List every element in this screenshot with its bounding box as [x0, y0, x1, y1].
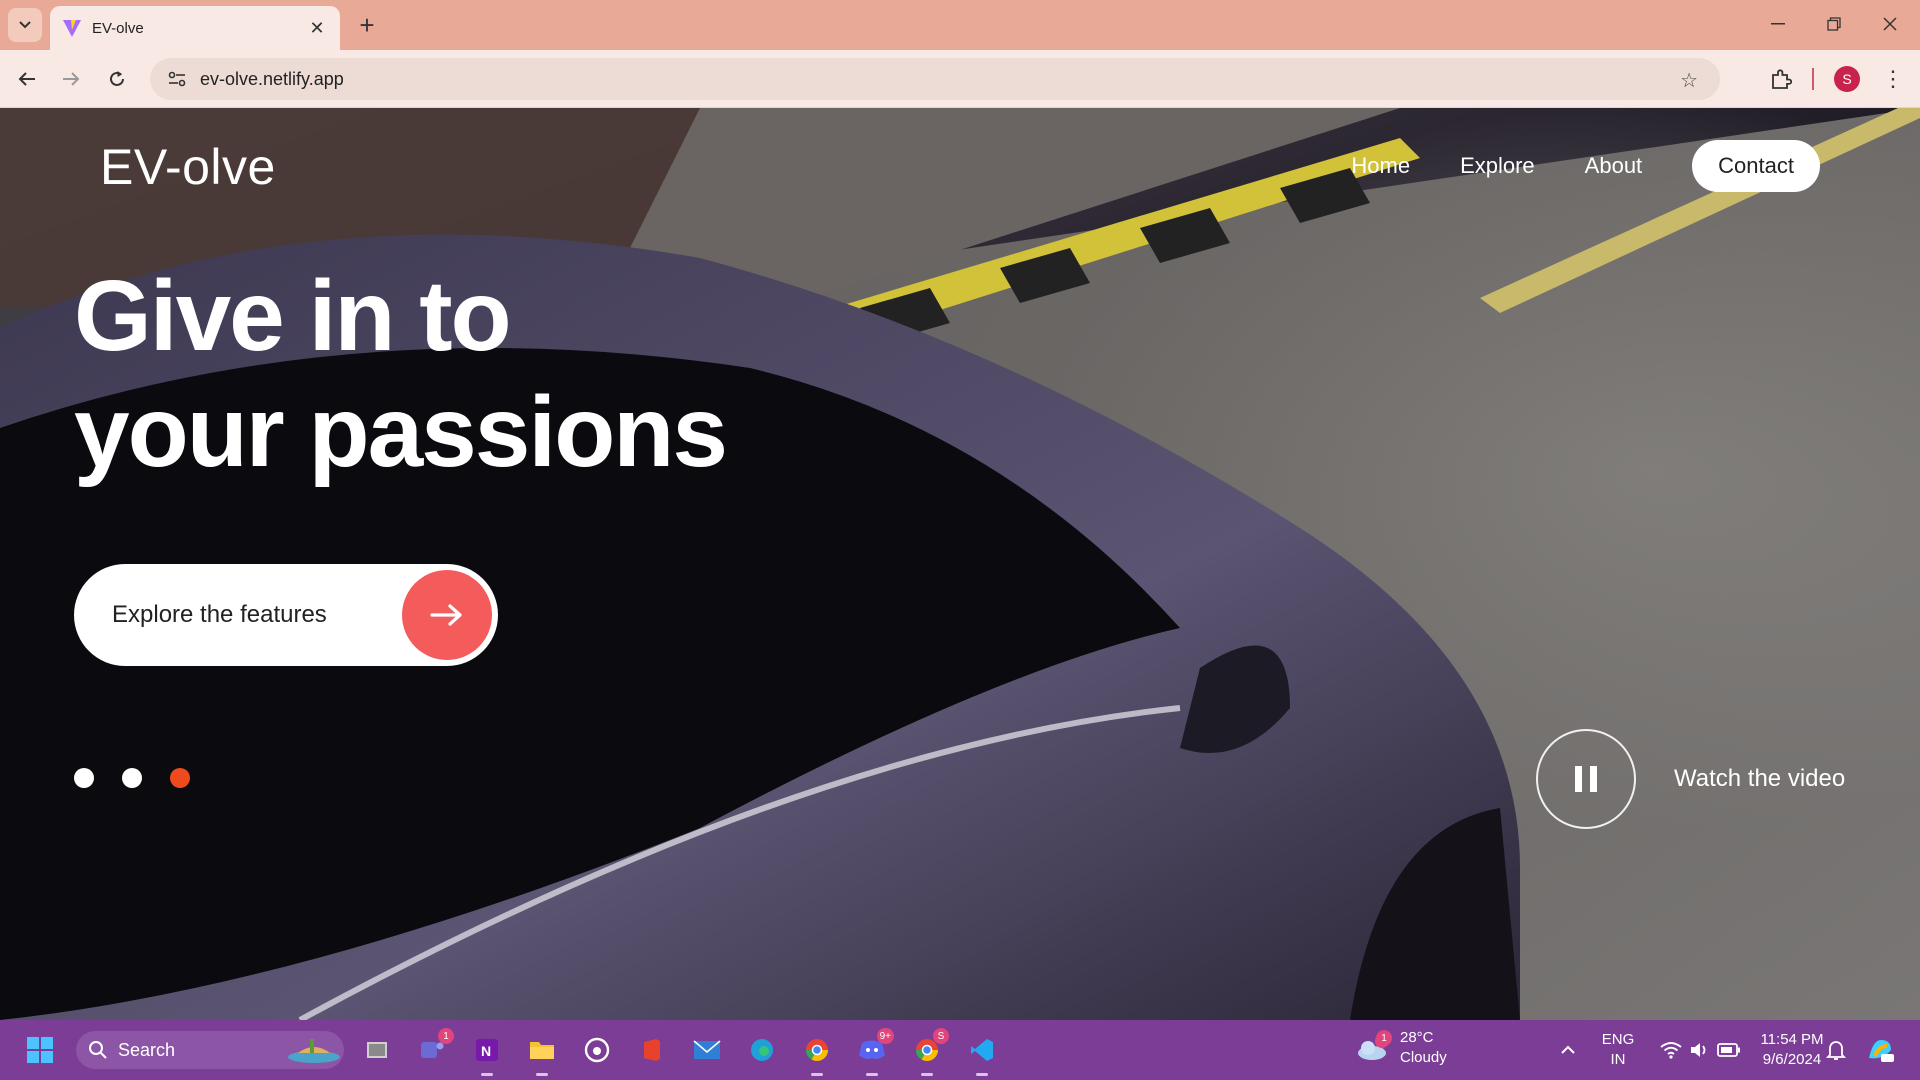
chevron-up-icon[interactable] [1548, 1030, 1588, 1070]
nav-about[interactable]: About [1585, 153, 1643, 179]
office-icon[interactable] [632, 1030, 672, 1070]
toolbar-divider [1812, 68, 1814, 90]
vite-favicon-icon [63, 20, 81, 37]
chrome-badge: S [933, 1028, 949, 1044]
language-indicator[interactable]: ENG IN [1598, 1030, 1638, 1070]
battery-icon [1717, 1043, 1740, 1057]
nav-explore[interactable]: Explore [1460, 153, 1535, 179]
temperature: 28°C [1400, 1029, 1434, 1046]
search-highlight-icon [288, 1039, 340, 1063]
language-code: ENG [1601, 1031, 1635, 1048]
search-label: Search [118, 1039, 176, 1060]
discord-icon[interactable]: 9+ [852, 1028, 894, 1076]
chrome-active-icon[interactable]: S [907, 1028, 949, 1076]
forward-button[interactable] [56, 64, 86, 94]
slide-dot[interactable] [74, 768, 94, 788]
running-indicator [811, 1073, 823, 1076]
tab-list-button[interactable] [8, 8, 42, 42]
explore-features-button[interactable]: Explore the features [74, 564, 498, 666]
running-indicator [481, 1073, 493, 1076]
github-desktop-icon[interactable] [577, 1030, 617, 1070]
headline-line-2: your passions [74, 376, 728, 488]
hero-headline: Give in to your passions [74, 258, 728, 490]
weather-condition: Cloudy [1400, 1049, 1447, 1066]
task-view-icon[interactable] [357, 1030, 397, 1070]
weather-text: 28°C Cloudy [1400, 1028, 1447, 1068]
video-control: Watch the video [1536, 729, 1845, 829]
teams-icon[interactable]: 1 [412, 1028, 454, 1070]
region-code: IN [1610, 1051, 1626, 1068]
running-indicator [536, 1073, 548, 1076]
address-bar[interactable]: ev-olve.netlify.app ☆ [150, 58, 1720, 100]
minimize-button[interactable] [1758, 8, 1798, 40]
restore-icon [1827, 17, 1841, 31]
extensions-puzzle-icon[interactable] [1765, 63, 1797, 95]
nav-home[interactable]: Home [1351, 153, 1410, 179]
slide-dot-active[interactable] [170, 768, 190, 788]
notification-bell-icon[interactable] [1816, 1030, 1856, 1070]
windows-logo-icon [27, 1037, 53, 1063]
weather-widget[interactable]: 1 28°C Cloudy [1356, 1028, 1447, 1068]
running-indicator [921, 1073, 933, 1076]
close-window-button[interactable] [1870, 8, 1910, 40]
wifi-icon [1660, 1042, 1682, 1059]
tab-title: EV-olve [92, 19, 144, 37]
chrome-profile-icon[interactable] [797, 1030, 837, 1076]
profile-avatar[interactable]: S [1834, 66, 1860, 92]
restore-button[interactable] [1814, 8, 1854, 40]
copilot-icon[interactable] [1860, 1030, 1900, 1070]
edge-icon[interactable] [742, 1030, 782, 1070]
close-icon [1883, 17, 1897, 31]
new-tab-button[interactable]: + [352, 10, 382, 40]
start-button[interactable] [20, 1030, 60, 1070]
teams-badge: 1 [438, 1028, 454, 1044]
weather-badge: 1 [1376, 1030, 1392, 1046]
arrow-right-icon [63, 72, 80, 86]
browser-tab-bar: EV-olve ✕ + [0, 0, 1920, 50]
headline-line-1: Give in to [74, 260, 512, 372]
svg-text:N: N [481, 1043, 491, 1059]
system-tray[interactable] [1650, 1030, 1750, 1070]
taskbar-search[interactable]: Search [76, 1031, 344, 1069]
slide-dot[interactable] [122, 768, 142, 788]
contact-button[interactable]: Contact [1692, 140, 1820, 192]
bookmark-star-icon[interactable]: ☆ [1680, 68, 1698, 93]
search-icon [89, 1041, 107, 1059]
mail-icon[interactable] [687, 1030, 727, 1070]
reload-icon [110, 71, 124, 86]
cta-label: Explore the features [112, 601, 327, 628]
running-indicator [866, 1073, 878, 1076]
reload-button[interactable] [102, 64, 132, 94]
browser-toolbar: ev-olve.netlify.app ☆ S ⋮ [0, 50, 1920, 108]
arrow-right-icon[interactable] [402, 570, 492, 660]
site-logo[interactable]: EV-olve [100, 138, 276, 196]
chevron-down-icon [19, 21, 31, 29]
minimize-icon [1771, 23, 1785, 25]
vscode-icon[interactable] [962, 1030, 1002, 1076]
file-explorer-icon[interactable] [522, 1030, 562, 1076]
tab-close-icon[interactable]: ✕ [306, 18, 328, 39]
onenote-icon[interactable]: N [467, 1030, 507, 1076]
running-indicator [976, 1073, 988, 1076]
back-button[interactable] [12, 64, 42, 94]
slide-indicators [74, 768, 218, 788]
arrow-left-icon [18, 72, 35, 86]
main-nav: Home Explore About Contact [1301, 140, 1820, 192]
hero-section: EV-olve Home Explore About Contact Give … [0, 108, 1920, 1020]
url-text: ev-olve.netlify.app [200, 68, 344, 89]
pause-icon [1575, 766, 1597, 792]
site-info-icon[interactable] [166, 68, 188, 90]
discord-badge: 9+ [876, 1028, 894, 1044]
browser-tab-active[interactable]: EV-olve ✕ [50, 6, 340, 50]
more-menu-icon[interactable]: ⋮ [1882, 62, 1904, 96]
volume-icon [1691, 1043, 1706, 1057]
pause-button[interactable] [1536, 729, 1636, 829]
windows-taskbar: Search 1 N 9+ S 1 28°C Cloudy ENG IN 11:… [0, 1020, 1920, 1080]
watch-video-label[interactable]: Watch the video [1674, 765, 1845, 793]
